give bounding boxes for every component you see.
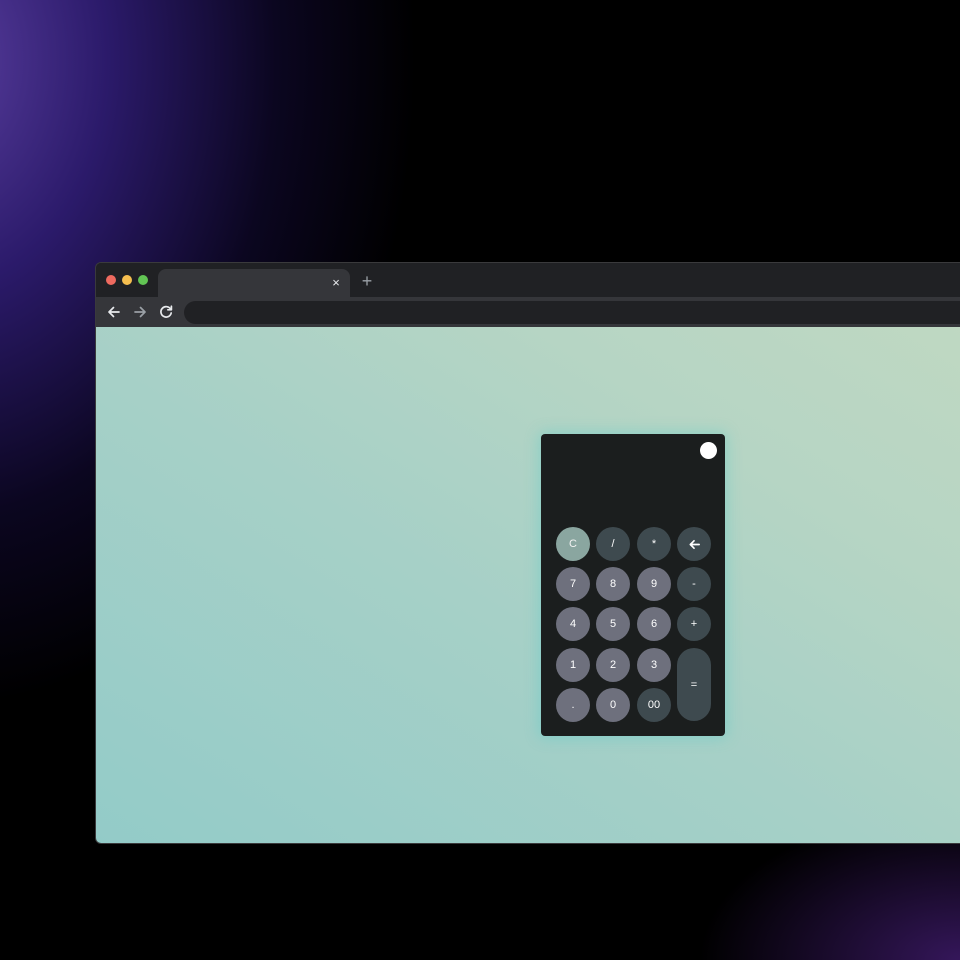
active-tab[interactable]: × bbox=[158, 269, 350, 297]
page-viewport: C / * 7 8 9 - 4 5 6 + 1 2 3 = . 0 00 bbox=[96, 327, 960, 843]
minus-button[interactable]: - bbox=[677, 567, 711, 601]
backspace-button[interactable] bbox=[677, 527, 711, 561]
new-tab-button[interactable]: + bbox=[358, 272, 376, 290]
key-2[interactable]: 2 bbox=[596, 648, 630, 682]
multiply-button[interactable]: * bbox=[637, 527, 671, 561]
address-bar[interactable] bbox=[184, 301, 960, 324]
tab-close-icon[interactable]: × bbox=[328, 275, 344, 291]
key-4[interactable]: 4 bbox=[556, 607, 590, 641]
maximize-window-button[interactable] bbox=[138, 275, 148, 285]
reload-icon[interactable] bbox=[156, 302, 176, 322]
left-arrow-icon bbox=[688, 538, 701, 551]
key-1[interactable]: 1 bbox=[556, 648, 590, 682]
equals-button[interactable]: = bbox=[677, 648, 711, 721]
key-0[interactable]: 0 bbox=[596, 688, 630, 722]
key-6[interactable]: 6 bbox=[637, 607, 671, 641]
calculator-display bbox=[551, 474, 715, 514]
divide-button[interactable]: / bbox=[596, 527, 630, 561]
back-arrow-icon[interactable] bbox=[104, 302, 124, 322]
key-7[interactable]: 7 bbox=[556, 567, 590, 601]
decimal-button[interactable]: . bbox=[556, 688, 590, 722]
key-9[interactable]: 9 bbox=[637, 567, 671, 601]
plus-button[interactable]: + bbox=[677, 607, 711, 641]
close-window-button[interactable] bbox=[106, 275, 116, 285]
tab-strip: × + bbox=[96, 263, 960, 297]
minimize-window-button[interactable] bbox=[122, 275, 132, 285]
key-3[interactable]: 3 bbox=[637, 648, 671, 682]
key-00[interactable]: 00 bbox=[637, 688, 671, 722]
key-5[interactable]: 5 bbox=[596, 607, 630, 641]
forward-arrow-icon[interactable] bbox=[130, 302, 150, 322]
browser-window: × + C / * 7 8 9 - 4 5 6 + 1 2 3 = . 0 00 bbox=[96, 263, 960, 843]
clear-button[interactable]: C bbox=[556, 527, 590, 561]
calculator: C / * 7 8 9 - 4 5 6 + 1 2 3 = . 0 00 bbox=[541, 434, 725, 736]
address-input[interactable] bbox=[184, 301, 960, 324]
key-8[interactable]: 8 bbox=[596, 567, 630, 601]
browser-toolbar bbox=[96, 297, 960, 327]
theme-toggle-button[interactable] bbox=[700, 442, 717, 459]
